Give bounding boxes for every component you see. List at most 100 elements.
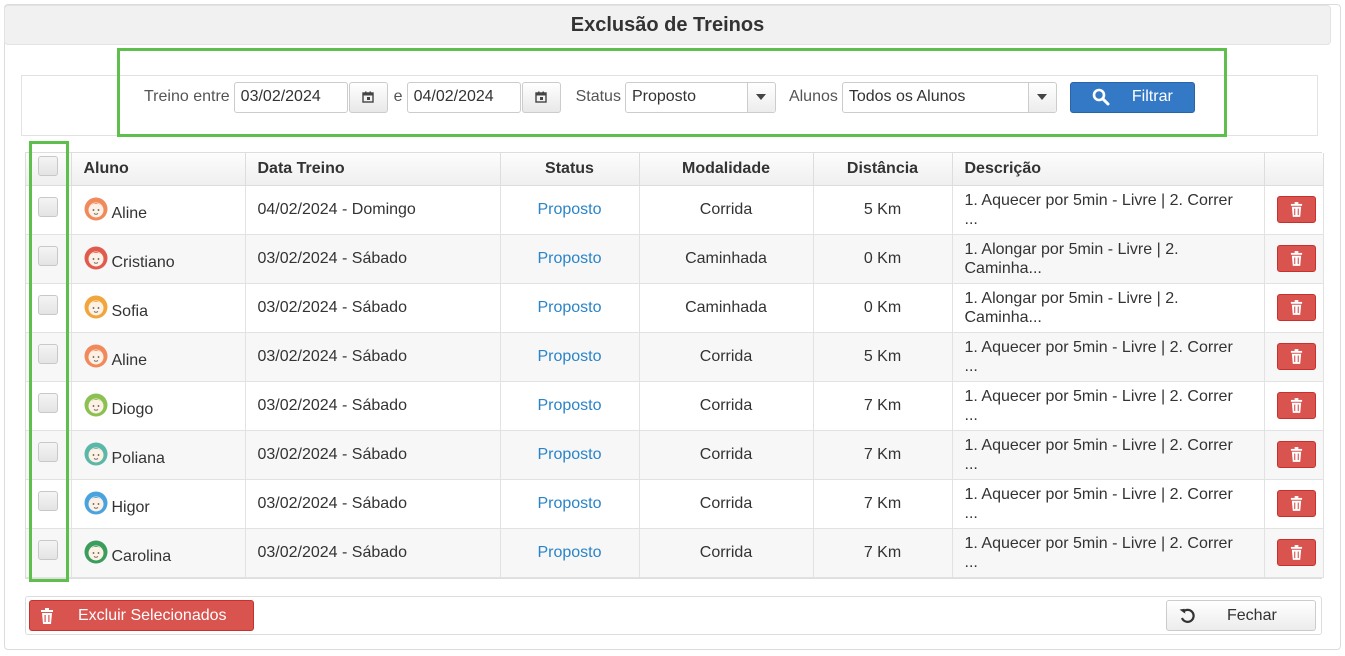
modality: Caminhada <box>639 234 814 284</box>
row-checkbox[interactable] <box>38 295 59 315</box>
date-to-calendar-button[interactable] <box>521 81 561 113</box>
description: 1. Aquecer por 5min - Livre | 2. Correr.… <box>952 332 1265 382</box>
avatar-icon <box>84 344 107 367</box>
table-header-row: Aluno Data Treino Status Modalidade Dist… <box>26 153 1324 186</box>
trash-icon <box>1290 300 1302 315</box>
trash-icon <box>1290 447 1302 462</box>
close-button[interactable]: Fechar <box>1166 600 1316 631</box>
delete-row-button[interactable] <box>1276 441 1316 468</box>
description-line-2: ... <box>964 504 978 522</box>
trash-icon <box>1290 202 1302 217</box>
students-select-value: Todos os Alunos <box>848 88 966 105</box>
training-date: 03/02/2024 - Sábado <box>245 332 501 382</box>
avatar-icon <box>84 295 107 318</box>
description-line-2: ... <box>964 357 978 375</box>
avatar-icon <box>84 491 107 514</box>
student-name: Aline <box>111 204 148 222</box>
date-to-input[interactable]: 04/02/2024 <box>406 81 521 113</box>
date-from-calendar-button[interactable] <box>348 81 388 113</box>
actions-cell <box>1264 430 1324 480</box>
student-cell: Carolina <box>71 528 246 578</box>
actions-cell <box>1264 381 1324 431</box>
header-distancia[interactable]: Distância <box>813 153 953 186</box>
title-bar: Exclusão de Treinos <box>4 5 1331 45</box>
distance: 7 Km <box>813 381 953 431</box>
table-row: Carolina 03/02/2024 - Sábado Proposto Corri… <box>26 528 1324 578</box>
status-link[interactable]: Proposto <box>500 479 640 529</box>
description-line-1: 1. Alongar por 5min - Livre | 2. <box>964 240 1179 258</box>
description-line-1: 1. Aquecer por 5min - Livre | 2. Correr <box>964 485 1233 503</box>
description-line-2: Caminha... <box>964 259 1042 277</box>
delete-selected-button[interactable]: Excluir Selecionados <box>29 600 254 631</box>
delete-row-button[interactable] <box>1276 294 1316 321</box>
header-aluno[interactable]: Aluno <box>71 153 246 186</box>
row-checkbox[interactable] <box>38 344 59 364</box>
status-link[interactable]: Proposto <box>500 528 640 578</box>
modality: Corrida <box>639 479 814 529</box>
description: 1. Alongar por 5min - Livre | 2. Caminha.… <box>952 283 1265 333</box>
avatar-icon <box>84 197 107 220</box>
student-cell: Diogo <box>71 381 246 431</box>
description-line-1: 1. Aquecer por 5min - Livre | 2. Correr <box>964 191 1233 209</box>
search-icon <box>1092 88 1110 106</box>
row-checkbox[interactable] <box>38 540 59 560</box>
filter-button-label: Filtrar <box>1131 88 1173 105</box>
close-button-label: Fechar <box>1227 606 1277 624</box>
description-line-2: Caminha... <box>964 308 1042 326</box>
status-link[interactable]: Proposto <box>500 332 640 382</box>
header-modalidade[interactable]: Modalidade <box>639 153 814 186</box>
students-select[interactable]: Todos os Alunos <box>841 81 1057 113</box>
row-checkbox[interactable] <box>38 491 59 511</box>
date-and-label: e <box>393 88 403 105</box>
row-select-cell <box>26 234 72 284</box>
status-link[interactable]: Proposto <box>500 185 640 235</box>
delete-row-button[interactable] <box>1276 196 1316 223</box>
distance: 5 Km <box>813 332 953 382</box>
row-select-cell <box>26 528 72 578</box>
delete-row-button[interactable] <box>1276 490 1316 517</box>
student-cell: Poliana <box>71 430 246 480</box>
row-checkbox[interactable] <box>38 442 59 462</box>
actions-cell <box>1264 479 1324 529</box>
student-cell: Aline <box>71 185 246 235</box>
row-checkbox[interactable] <box>38 246 59 266</box>
trash-icon <box>1290 496 1302 511</box>
header-descricao[interactable]: Descrição <box>952 153 1265 186</box>
row-select-cell <box>26 332 72 382</box>
student-cell: Aline <box>71 332 246 382</box>
status-label: Status <box>575 88 621 105</box>
filter-button[interactable]: Filtrar <box>1069 81 1195 113</box>
status-link[interactable]: Proposto <box>500 234 640 284</box>
description: 1. Aquecer por 5min - Livre | 2. Correr.… <box>952 479 1265 529</box>
description: 1. Aquecer por 5min - Livre | 2. Correr.… <box>952 381 1265 431</box>
header-actions <box>1264 153 1324 186</box>
student-name: Poliana <box>111 449 165 467</box>
training-date: 03/02/2024 - Sábado <box>245 283 501 333</box>
date-from-input[interactable]: 03/02/2024 <box>233 81 348 113</box>
table-row: Poliana 03/02/2024 - Sábado Proposto Corrid… <box>26 430 1324 480</box>
select-all-checkbox[interactable] <box>38 156 59 177</box>
training-date: 03/02/2024 - Sábado <box>245 234 501 284</box>
delete-row-button[interactable] <box>1276 245 1316 272</box>
description-line-1: 1. Aquecer por 5min - Livre | 2. Correr <box>964 436 1233 454</box>
delete-row-button[interactable] <box>1276 343 1316 370</box>
description: 1. Alongar por 5min - Livre | 2. Caminha.… <box>952 234 1265 284</box>
status-link[interactable]: Proposto <box>500 381 640 431</box>
row-checkbox[interactable] <box>38 197 59 217</box>
date-range-label: Treino entre <box>144 88 230 105</box>
header-data-treino[interactable]: Data Treino <box>245 153 501 186</box>
delete-row-button[interactable] <box>1276 539 1316 566</box>
modality: Corrida <box>639 185 814 235</box>
status-link[interactable]: Proposto <box>500 283 640 333</box>
delete-row-button[interactable] <box>1276 392 1316 419</box>
status-select[interactable]: Proposto <box>624 81 776 113</box>
table-row: Diogo 03/02/2024 - Sábado Proposto Corrida 7… <box>26 381 1324 431</box>
actions-cell <box>1264 234 1324 284</box>
table-row: Higor 03/02/2024 - Sábado Proposto Corrida 7… <box>26 479 1324 529</box>
header-status[interactable]: Status <box>500 153 640 186</box>
student-name: Diogo <box>111 400 154 418</box>
avatar-icon <box>84 442 107 465</box>
trash-icon <box>41 607 53 624</box>
row-checkbox[interactable] <box>38 393 59 413</box>
status-link[interactable]: Proposto <box>500 430 640 480</box>
